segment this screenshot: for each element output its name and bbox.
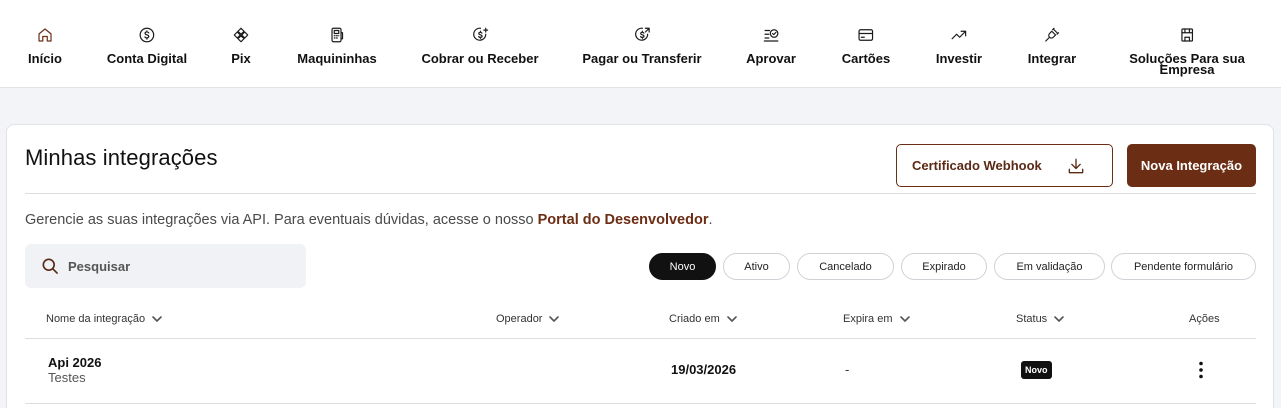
nav-item-investir[interactable]: Investir: [935, 24, 983, 66]
store-icon: [1176, 24, 1198, 46]
webhook-certificate-button[interactable]: Certificado Webhook: [896, 144, 1113, 187]
nav-item-maquininhas[interactable]: Maquininhas: [297, 24, 377, 66]
page-description: Gerencie as suas integrações via API. Pa…: [25, 212, 713, 228]
filter-chip-novo[interactable]: Novo: [649, 253, 716, 280]
nav-label: Cartões: [841, 51, 891, 66]
column-header-created[interactable]: Criado em: [669, 313, 738, 325]
developer-portal-link[interactable]: Portal do Desenvolvedor: [538, 212, 709, 228]
receive-money-icon: [469, 24, 491, 46]
webhook-certificate-label: Certificado Webhook: [912, 158, 1042, 173]
nav-item-integrar[interactable]: Integrar: [1027, 24, 1077, 66]
nav-label: Início: [28, 51, 62, 66]
nav-item-cobrar-receber[interactable]: Cobrar ou Receber: [421, 24, 539, 66]
chevron-down-icon: [151, 313, 163, 325]
integration-name: Api 2026: [48, 355, 102, 370]
home-icon: [34, 24, 56, 46]
new-integration-button[interactable]: Nova Integração: [1127, 144, 1256, 187]
credit-card-icon: [855, 24, 877, 46]
nav-item-conta-digital[interactable]: Conta Digital: [106, 24, 188, 66]
nav-label: Integrar: [1027, 51, 1077, 66]
filter-chip-expirado[interactable]: Expirado: [901, 253, 987, 280]
column-header-actions: Ações: [1189, 313, 1220, 325]
table-header-divider: [25, 338, 1256, 339]
nav-label: Pagar ou Transferir: [582, 51, 702, 66]
nav-label: Conta Digital: [106, 51, 188, 66]
search-icon: [40, 256, 60, 276]
card-machine-icon: [326, 24, 348, 46]
approve-list-icon: [760, 24, 782, 46]
nav-label: Pix: [231, 51, 251, 66]
send-money-icon: [631, 24, 653, 46]
column-header-status[interactable]: Status: [1016, 313, 1065, 325]
pix-icon: [230, 24, 252, 46]
new-integration-label: Nova Integração: [1140, 158, 1243, 173]
column-header-operator[interactable]: Operador: [496, 313, 560, 325]
integrations-card: Minhas integrações Certificado Webhook N…: [6, 124, 1274, 408]
nav-item-pagar-transferir[interactable]: Pagar ou Transferir: [582, 24, 702, 66]
filter-chip-pendente-formulario[interactable]: Pendente formulário: [1111, 253, 1256, 280]
nav-item-aprovar[interactable]: Aprovar: [746, 24, 796, 66]
created-date: 19/03/2026: [671, 362, 737, 377]
page-title: Minhas integrações: [25, 145, 218, 170]
chevron-down-icon: [548, 313, 560, 325]
download-icon: [1066, 156, 1086, 181]
row-divider: [25, 403, 1256, 404]
dollar-circle-icon: [136, 24, 158, 46]
more-actions-icon[interactable]: [1193, 360, 1209, 380]
chevron-down-icon: [1053, 313, 1065, 325]
nav-item-cartoes[interactable]: Cartões: [841, 24, 891, 66]
filter-chip-cancelado[interactable]: Cancelado: [797, 253, 894, 280]
chevron-down-icon: [899, 313, 911, 325]
column-header-expires[interactable]: Expira em: [843, 313, 911, 325]
expires-date: -: [845, 362, 850, 377]
filter-chip-em-validacao[interactable]: Em validação: [994, 253, 1105, 280]
nav-item-solucoes[interactable]: Soluções Para sua Empresa: [1129, 24, 1245, 77]
search-input[interactable]: [68, 258, 288, 274]
nav-label: Investir: [935, 51, 983, 66]
search-box[interactable]: [25, 244, 306, 288]
trending-up-icon: [948, 24, 970, 46]
filter-chip-ativo[interactable]: Ativo: [723, 253, 790, 280]
plug-icon: [1041, 24, 1063, 46]
integration-subtitle: Testes: [48, 370, 86, 385]
nav-label: Soluções Para sua Empresa: [1129, 51, 1245, 77]
nav-item-pix[interactable]: Pix: [230, 24, 252, 66]
column-header-name[interactable]: Nome da integração: [46, 313, 163, 325]
nav-label: Aprovar: [746, 51, 796, 66]
nav-label: Maquininhas: [297, 51, 377, 66]
chevron-down-icon: [726, 313, 738, 325]
top-navigation: Início Conta Digital Pix Maquininhas Cob…: [0, 0, 1281, 88]
header-divider: [25, 193, 1256, 194]
nav-label: Cobrar ou Receber: [421, 51, 539, 66]
status-badge: Novo: [1021, 361, 1052, 379]
nav-item-inicio[interactable]: Início: [28, 24, 62, 66]
